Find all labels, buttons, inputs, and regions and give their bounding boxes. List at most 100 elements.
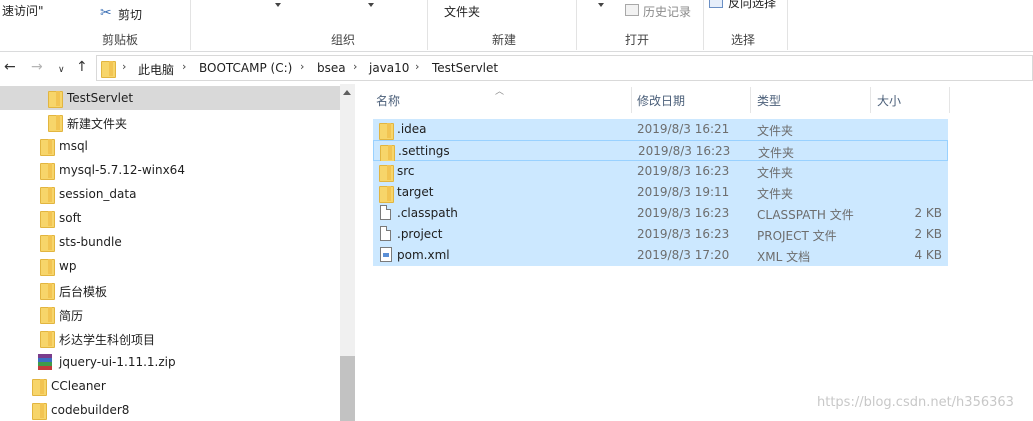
file-row-settings[interactable]: .settings 2019/8/3 16:23 文件夹: [373, 140, 948, 162]
file-row-src[interactable]: src 2019/8/3 16:23 文件夹: [373, 161, 948, 182]
scroll-up-icon[interactable]: [343, 90, 351, 95]
file-type: 文件夹: [757, 166, 794, 180]
column-divider[interactable]: [631, 87, 632, 113]
breadcrumb-drive[interactable]: BOOTCAMP (C:): [199, 61, 292, 75]
watermark: https://blog.csdn.net/h356363: [817, 395, 1014, 410]
open-group-label: 打开: [625, 33, 650, 47]
tree-item-msql[interactable]: msql: [0, 134, 340, 158]
chevron-right-icon[interactable]: ›: [415, 60, 419, 73]
tree-item-testservlet[interactable]: TestServlet: [0, 86, 340, 110]
tree-item-label: CCleaner: [51, 379, 106, 393]
file-row-target[interactable]: target 2019/8/3 19:11 文件夹: [373, 182, 948, 203]
tree-item-codebuilder8[interactable]: codebuilder8: [0, 398, 340, 421]
breadcrumb-this-pc[interactable]: 此电脑: [138, 61, 174, 78]
file-row-classpath[interactable]: .classpath 2019/8/3 16:23 CLASSPATH 文件 2…: [373, 203, 948, 224]
file-row-project[interactable]: .project 2019/8/3 16:23 PROJECT 文件 2 KB: [373, 224, 948, 245]
column-divider[interactable]: [870, 87, 871, 113]
file-type: CLASSPATH 文件: [757, 208, 854, 222]
navigation-scrollbar[interactable]: [340, 84, 355, 421]
folder-icon: [32, 378, 47, 396]
reverse-select-button[interactable]: 反向选择: [728, 0, 776, 11]
breadcrumb-testservlet[interactable]: TestServlet: [432, 61, 498, 75]
address-box[interactable]: › 此电脑 › BOOTCAMP (C:) › bsea › java10 › …: [96, 55, 1033, 81]
history-icon: [625, 4, 639, 16]
file-date: 2019/8/3 16:21: [637, 122, 730, 136]
navigation-pane: TestServlet 新建文件夹 msql mysql-5.7.12-winx…: [0, 84, 340, 421]
tree-item-admin-template[interactable]: 后台模板: [0, 278, 340, 302]
ribbon-separator: [427, 0, 428, 50]
chevron-right-icon[interactable]: ›: [300, 60, 304, 73]
folder-icon: [101, 60, 116, 78]
folder-icon: [40, 186, 55, 204]
new-group-label: 新建: [492, 33, 517, 47]
scrollbar-thumb[interactable]: [340, 356, 355, 421]
file-name: target: [397, 185, 434, 199]
ribbon-separator: [787, 0, 788, 50]
document-icon: [380, 226, 391, 241]
address-bar-row: ← → ∨ ↑ › 此电脑 › BOOTCAMP (C:) › bsea › j…: [0, 52, 1033, 83]
folder-icon: [40, 162, 55, 180]
tree-item-student-project[interactable]: 杉达学生科创项目: [0, 326, 340, 350]
tree-item-label: soft: [59, 211, 82, 225]
column-header-type[interactable]: 类型: [757, 92, 781, 109]
tree-item-wp[interactable]: wp: [0, 254, 340, 278]
file-type: PROJECT 文件: [757, 229, 837, 243]
file-name: pom.xml: [397, 248, 450, 262]
column-divider[interactable]: [949, 87, 950, 113]
folder-icon: [40, 210, 55, 228]
file-type: XML 文档: [757, 250, 811, 264]
folder-icon: [48, 90, 63, 108]
tree-item-label: wp: [59, 259, 77, 273]
folder-icon: [48, 114, 63, 132]
copy-to-dropdown-arrow[interactable]: [368, 3, 374, 7]
open-dropdown-arrow[interactable]: [598, 3, 604, 7]
file-name: .idea: [397, 122, 427, 136]
chevron-right-icon[interactable]: ›: [122, 60, 126, 73]
column-divider[interactable]: [750, 87, 751, 113]
cut-button[interactable]: 剪切: [118, 6, 142, 23]
tree-item-label: 简历: [59, 309, 84, 323]
column-header-name[interactable]: 名称: [376, 92, 400, 109]
file-date: 2019/8/3 16:23: [637, 164, 730, 178]
tree-item-soft[interactable]: soft: [0, 206, 340, 230]
tree-item-ccleaner[interactable]: CCleaner: [0, 374, 340, 398]
tree-item-mysql[interactable]: mysql-5.7.12-winx64: [0, 158, 340, 182]
folder-icon: [40, 258, 55, 276]
file-size: 4 KB: [914, 248, 942, 262]
column-header-size[interactable]: 大小: [877, 92, 901, 109]
clipboard-group-label: 剪贴板: [102, 33, 139, 47]
forward-arrow-icon[interactable]: →: [31, 59, 43, 75]
move-to-dropdown-arrow[interactable]: [275, 3, 281, 7]
tree-item-label: sts-bundle: [59, 235, 122, 249]
chevron-right-icon[interactable]: ›: [182, 60, 186, 73]
chevron-down-icon[interactable]: ∨: [58, 62, 65, 78]
tree-item-resume[interactable]: 简历: [0, 302, 340, 326]
scissors-icon: ✂: [100, 5, 112, 21]
tree-item-sts-bundle[interactable]: sts-bundle: [0, 230, 340, 254]
column-header-date[interactable]: 修改日期: [637, 92, 685, 109]
reverse-select-icon: [709, 0, 723, 8]
tree-item-jquery-zip[interactable]: jquery-ui-1.11.1.zip: [0, 350, 340, 374]
folder-icon: [40, 330, 55, 348]
new-folder-button[interactable]: 文件夹: [444, 3, 480, 20]
file-size: 2 KB: [914, 206, 942, 220]
back-arrow-icon[interactable]: ←: [4, 59, 16, 75]
tree-item-label: 杉达学生科创项目: [59, 333, 156, 347]
file-row-pom[interactable]: pom.xml 2019/8/3 17:20 XML 文档 4 KB: [373, 245, 948, 266]
chevron-right-icon[interactable]: ›: [353, 60, 357, 73]
breadcrumb-bsea[interactable]: bsea: [317, 61, 346, 75]
history-button[interactable]: 历史记录: [643, 3, 691, 20]
tree-item-session-data[interactable]: session_data: [0, 182, 340, 206]
file-row-idea[interactable]: .idea 2019/8/3 16:21 文件夹: [373, 119, 948, 140]
tree-item-label: codebuilder8: [51, 403, 130, 417]
up-arrow-icon[interactable]: ↑: [76, 59, 88, 75]
folder-icon: [380, 144, 395, 162]
file-type: 文件夹: [758, 146, 795, 160]
tree-item-new-folder[interactable]: 新建文件夹: [0, 110, 340, 134]
breadcrumb-java10[interactable]: java10: [369, 61, 409, 75]
select-group-label: 选择: [731, 33, 756, 47]
folder-icon: [40, 282, 55, 300]
file-name: src: [397, 164, 415, 178]
tree-item-label: mysql-5.7.12-winx64: [59, 163, 185, 177]
file-date: 2019/8/3 16:23: [638, 144, 731, 158]
